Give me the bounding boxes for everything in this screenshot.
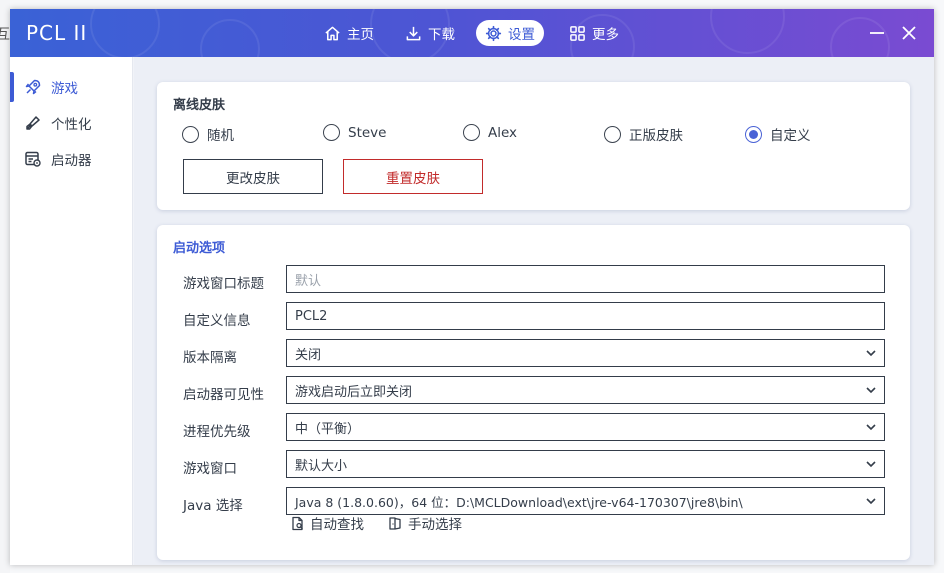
game-window-select[interactable]: 默认大小 xyxy=(286,450,885,478)
window-title-placeholder: 默认 xyxy=(295,273,322,289)
app-title: PCL II xyxy=(26,21,88,45)
process-priority-value: 中（平衡） xyxy=(295,421,361,437)
game-window-value: 默认大小 xyxy=(295,458,348,474)
radio-official-skin[interactable]: 正版皮肤 xyxy=(604,124,683,144)
radio-circle-checked xyxy=(745,125,762,143)
launch-options-title: 启动选项 xyxy=(173,241,226,256)
custom-info-label: 自定义信息 xyxy=(183,313,251,329)
custom-info-input[interactable]: PCL2 xyxy=(286,302,885,330)
radio-circle xyxy=(323,124,340,141)
game-window-label: 游戏窗口 xyxy=(183,461,237,477)
radio-custom-label: 自定义 xyxy=(770,128,811,144)
radio-circle xyxy=(463,124,480,141)
nav-more[interactable]: 更多 xyxy=(560,20,628,46)
auto-find-java-label: 自动查找 xyxy=(310,517,364,533)
active-indicator xyxy=(10,72,14,102)
launcher-visibility-value: 游戏启动后立即关闭 xyxy=(295,384,413,400)
nav-settings-label: 设置 xyxy=(508,27,535,43)
change-skin-button[interactable]: 更改皮肤 xyxy=(183,159,323,194)
settings-content[interactable]: 离线皮肤 随机 Steve Alex 正版皮肤 自定义 更改皮肤 重置皮肤 启动… xyxy=(134,57,934,565)
radio-alex-label: Alex xyxy=(488,124,518,141)
radio-custom[interactable]: 自定义 xyxy=(745,124,811,144)
window-title-input[interactable]: 默认 xyxy=(286,265,885,293)
app-window: PCL II 主页 下载 设置 更多 游戏 个性化 启动器 离线皮肤 随机 St… xyxy=(10,9,934,565)
offline-skin-card: 离线皮肤 随机 Steve Alex 正版皮肤 自定义 更改皮肤 重置皮肤 xyxy=(157,82,910,210)
version-isolation-select[interactable]: 关闭 xyxy=(286,339,885,367)
brush-icon xyxy=(26,116,40,130)
radio-circle xyxy=(182,125,199,143)
minimize-icon[interactable] xyxy=(867,23,887,43)
chevron-down-icon xyxy=(866,350,876,357)
download-icon xyxy=(406,26,421,40)
title-bar[interactable]: PCL II 主页 下载 设置 更多 xyxy=(10,9,934,57)
java-select[interactable]: Java 8 (1.8.0.60)，64 位：D:\MCLDownload\ex… xyxy=(286,487,885,515)
grid-icon xyxy=(570,25,585,41)
nav-download[interactable]: 下载 xyxy=(396,20,464,46)
sidebar-item-game[interactable]: 游戏 xyxy=(10,70,133,104)
chevron-down-icon xyxy=(866,498,876,505)
chevron-down-icon xyxy=(866,461,876,468)
folder-icon xyxy=(389,516,401,530)
nav-home[interactable]: 主页 xyxy=(315,20,383,46)
radio-steve-label: Steve xyxy=(348,124,387,141)
nav-settings[interactable]: 设置 xyxy=(476,20,544,46)
auto-find-java-button[interactable]: 自动查找 xyxy=(290,513,364,533)
version-isolation-label: 版本隔离 xyxy=(183,350,237,366)
background-window-edge: 互 xyxy=(0,0,10,573)
process-priority-select[interactable]: 中（平衡） xyxy=(286,413,885,441)
nav-more-label: 更多 xyxy=(592,27,619,43)
launcher-visibility-select[interactable]: 游戏启动后立即关闭 xyxy=(286,376,885,404)
sidebar-item-personalize-label: 个性化 xyxy=(51,117,92,133)
background-window-text: 互 xyxy=(0,27,10,43)
file-search-icon xyxy=(292,516,303,530)
launcher-visibility-label: 启动器可见性 xyxy=(183,387,264,403)
offline-skin-title: 离线皮肤 xyxy=(173,98,226,113)
chevron-down-icon xyxy=(866,387,876,394)
home-icon xyxy=(325,26,340,40)
custom-info-value: PCL2 xyxy=(295,308,328,324)
manual-select-java-button[interactable]: 手动选择 xyxy=(388,513,462,533)
rocket-icon xyxy=(25,79,41,95)
launch-options-card: 启动选项 游戏窗口标题 默认 自定义信息 PCL2 版本隔离 关闭 启动器可见性… xyxy=(157,225,910,560)
gear-icon xyxy=(485,25,502,41)
process-priority-label: 进程优先级 xyxy=(183,424,251,440)
sidebar-item-launcher-label: 启动器 xyxy=(51,153,92,169)
sidebar-item-game-label: 游戏 xyxy=(51,81,78,97)
radio-alex[interactable]: Alex xyxy=(463,124,517,141)
java-select-value: Java 8 (1.8.0.60)，64 位：D:\MCLDownload\ex… xyxy=(295,494,743,510)
reset-skin-button[interactable]: 重置皮肤 xyxy=(343,159,483,194)
radio-steve[interactable]: Steve xyxy=(323,124,386,141)
window-title-label: 游戏窗口标题 xyxy=(183,276,264,292)
sidebar-item-launcher[interactable]: 启动器 xyxy=(10,142,133,176)
chevron-down-icon xyxy=(866,424,876,431)
manual-select-java-label: 手动选择 xyxy=(408,517,462,533)
nav-download-label: 下载 xyxy=(428,27,455,43)
launcher-icon xyxy=(25,151,41,167)
nav-home-label: 主页 xyxy=(347,27,374,43)
java-select-label: Java 选择 xyxy=(183,498,243,514)
radio-random-label: 随机 xyxy=(207,128,234,144)
version-isolation-value: 关闭 xyxy=(295,347,322,363)
close-icon[interactable] xyxy=(899,23,919,43)
radio-circle xyxy=(604,125,621,143)
sidebar: 游戏 个性化 启动器 xyxy=(10,57,133,565)
radio-random[interactable]: 随机 xyxy=(182,124,234,144)
sidebar-item-personalize[interactable]: 个性化 xyxy=(10,106,133,140)
radio-official-skin-label: 正版皮肤 xyxy=(629,128,683,144)
